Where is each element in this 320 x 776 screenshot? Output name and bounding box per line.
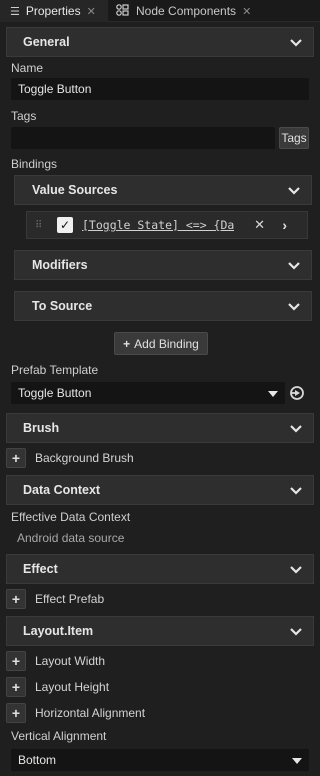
name-label: Name (11, 61, 44, 75)
prefab-template-value: Toggle Button (18, 386, 92, 400)
to-source-title: To Source (32, 299, 93, 313)
section-data-context[interactable]: Data Context (6, 475, 314, 505)
close-icon[interactable]: ✕ (87, 5, 96, 18)
effect-prefab-label: Effect Prefab (35, 592, 105, 606)
tab-properties-label: Properties (25, 4, 81, 18)
close-icon[interactable]: ✕ (242, 5, 251, 18)
tags-button[interactable]: Tags (279, 127, 309, 149)
tab-node-components[interactable]: Node Components ✕ (110, 0, 270, 22)
go-to-prefab-icon[interactable] (289, 385, 305, 401)
chevron-down-icon (288, 262, 300, 270)
tab-node-components-label: Node Components (136, 4, 237, 18)
name-value: Toggle Button (18, 82, 92, 96)
chevron-right-icon[interactable]: › (282, 217, 287, 233)
section-to-source[interactable]: To Source (14, 291, 312, 321)
chevron-down-icon (288, 187, 300, 195)
plus-icon[interactable]: + (6, 448, 26, 468)
section-modifiers[interactable]: Modifiers (14, 250, 312, 280)
section-layout-item[interactable]: Layout.Item (6, 616, 314, 646)
prefab-template-dropdown[interactable]: Toggle Button (11, 382, 285, 404)
binding-expression[interactable]: [Toggle State] <=> {Da (82, 218, 234, 232)
section-effect[interactable]: Effect (6, 554, 314, 584)
plus-icon[interactable]: + (6, 651, 26, 671)
tags-label: Tags (11, 109, 37, 123)
add-binding-label: Add Binding (134, 336, 199, 351)
chevron-down-icon (290, 628, 302, 636)
tab-bar: ☰ Properties ✕ Node Components ✕ (0, 0, 320, 22)
list-icon: ☰ (10, 5, 20, 18)
binding-row[interactable]: ⠿ ✓ [Toggle State] <=> {Da ✕ › (26, 211, 308, 239)
plus-icon: + (123, 336, 131, 351)
name-field[interactable]: Toggle Button (11, 78, 309, 100)
section-brush-title: Brush (23, 421, 60, 435)
plus-icon[interactable]: + (6, 589, 26, 609)
tab-properties[interactable]: ☰ Properties ✕ (0, 0, 108, 22)
prefab-template-label: Prefab Template (11, 363, 99, 377)
components-icon (116, 3, 130, 19)
remove-binding-icon[interactable]: ✕ (254, 217, 265, 233)
chevron-down-icon (290, 39, 302, 47)
chevron-down-icon (290, 487, 302, 495)
bindings-label: Bindings (11, 157, 58, 171)
vertical-alignment-value: Bottom (18, 753, 57, 767)
vertical-alignment-dropdown[interactable]: Bottom (11, 749, 309, 771)
horizontal-alignment-label: Horizontal Alignment (35, 706, 146, 720)
modifiers-title: Modifiers (32, 258, 88, 272)
add-effect-prefab-row[interactable]: + Effect Prefab (6, 588, 104, 610)
chevron-down-icon (290, 425, 302, 433)
plus-icon[interactable]: + (6, 703, 26, 723)
section-data-context-title: Data Context (23, 483, 101, 497)
effective-data-context-label: Effective Data Context (11, 510, 131, 524)
plus-icon[interactable]: + (6, 677, 26, 697)
layout-height-label: Layout Height (35, 680, 110, 694)
add-layout-width-row[interactable]: + Layout Width (6, 650, 105, 672)
effective-data-context-value: Android data source (17, 531, 125, 545)
layout-width-label: Layout Width (35, 654, 106, 668)
add-background-brush-row[interactable]: + Background Brush (6, 447, 134, 469)
add-binding-button[interactable]: + Add Binding (114, 332, 208, 355)
value-sources-title: Value Sources (32, 183, 118, 197)
section-general-title: General (23, 35, 70, 49)
add-layout-height-row[interactable]: + Layout Height (6, 676, 109, 698)
dropdown-arrow-icon (292, 758, 302, 764)
vertical-alignment-label: Vertical Alignment (11, 729, 107, 743)
dropdown-arrow-icon (268, 391, 278, 397)
section-brush[interactable]: Brush (6, 413, 314, 443)
drag-handle-icon[interactable]: ⠿ (35, 220, 49, 231)
add-horizontal-alignment-row[interactable]: + Horizontal Alignment (6, 702, 145, 724)
section-general[interactable]: General (6, 27, 314, 57)
chevron-down-icon (288, 303, 300, 311)
binding-enabled-checkbox[interactable]: ✓ (57, 217, 73, 233)
section-effect-title: Effect (23, 562, 58, 576)
chevron-down-icon (290, 566, 302, 574)
section-value-sources[interactable]: Value Sources (14, 175, 312, 205)
background-brush-label: Background Brush (35, 451, 134, 465)
tags-field[interactable] (11, 127, 275, 149)
section-layout-item-title: Layout.Item (23, 624, 94, 638)
